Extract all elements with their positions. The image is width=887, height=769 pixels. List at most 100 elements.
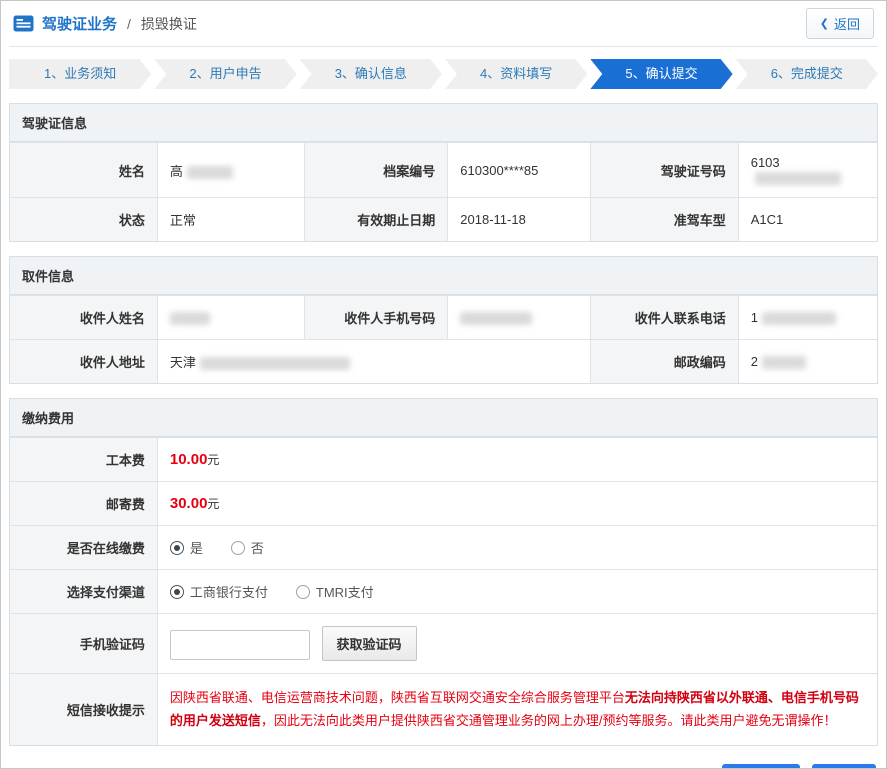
file-no-label: 档案编号 <box>304 141 449 199</box>
masked-value <box>199 357 350 371</box>
recipient-mobile-label: 收件人手机号码 <box>304 295 449 341</box>
masked-value <box>761 312 836 326</box>
recipient-address-label: 收件人地址 <box>10 339 158 384</box>
recipient-phone-label: 收件人联系电话 <box>590 295 739 341</box>
page-container: 驾驶证业务 / 损毁换证 ❮ 返回 1、业务须知 2、用户申告 3、确认信息 4… <box>0 0 887 769</box>
form-icon <box>13 15 34 32</box>
channel-icbc-label: 工商银行支付 <box>189 585 268 601</box>
license-no-label: 驾驶证号码 <box>590 141 739 199</box>
sms-text-part3: ，因此无法向此类用户提供陕西省交通管理业务的网上办理/预约等服务。请此类用户避免… <box>260 713 837 729</box>
back-button[interactable]: ❮ 返回 <box>805 8 874 39</box>
breadcrumb-current: 损毁换证 <box>140 15 197 32</box>
back-chevron-icon: ❮ <box>819 18 829 30</box>
table-row: 工本费 10.00元 <box>10 437 877 483</box>
pay-online-label: 是否在线缴费 <box>10 525 158 571</box>
get-captcha-button[interactable]: 获取验证码 <box>321 626 417 662</box>
zip-code-label: 邮政编码 <box>590 339 739 384</box>
recipient-name-value <box>156 295 306 341</box>
table-row: 邮寄费 30.00元 <box>10 481 877 527</box>
table-row: 收件人姓名 收件人手机号码 收件人联系电话 1 <box>10 295 877 341</box>
table-row: 短信接收提示 因陕西省联通、电信运营商技术问题，陕西省互联网交通安全综合服务管理… <box>10 673 877 745</box>
license-info-table: 姓名 高 档案编号 610300****85 驾驶证号码 6103 状态 正常 … <box>10 141 877 242</box>
postage-value: 30.00元 <box>156 481 877 527</box>
step-nav: 1、业务须知 2、用户申告 3、确认信息 4、资料填写 5、确认提交 6、完成提… <box>9 59 878 89</box>
captcha-label: 手机验证码 <box>10 613 158 675</box>
pay-channel-label: 选择支付渠道 <box>10 569 158 615</box>
table-row: 状态 正常 有效期止日期 2018-11-18 准驾车型 A1C1 <box>10 197 877 242</box>
fee-amount: 10.00 <box>169 451 208 469</box>
status-label: 状态 <box>10 197 158 242</box>
masked-value <box>754 172 841 186</box>
step-6-done[interactable]: 6、完成提交 <box>736 59 878 89</box>
license-no-value: 6103 <box>737 141 877 199</box>
name-label: 姓名 <box>10 141 158 199</box>
payment-section: 缴纳费用 工本费 10.00元 邮寄费 30.00元 是否在线缴费 是 否 选择… <box>9 398 878 746</box>
step-4-fill-form[interactable]: 4、资料填写 <box>445 59 587 89</box>
table-row: 选择支付渠道 工商银行支付 TMRI支付 <box>10 569 877 615</box>
step-3-confirm-info[interactable]: 3、确认信息 <box>300 59 442 89</box>
radio-checked-icon[interactable] <box>169 584 184 599</box>
sms-text-part1: 因陕西省联通、电信运营商技术问题，陕西省互联网交通安全综合服务管理平台 <box>169 690 625 706</box>
radio-unchecked-icon[interactable] <box>295 584 310 599</box>
radio-checked-icon[interactable] <box>169 540 184 555</box>
masked-value <box>460 312 533 326</box>
captcha-input[interactable] <box>169 629 310 660</box>
table-row: 手机验证码 获取验证码 <box>10 613 877 675</box>
recipient-name-label: 收件人姓名 <box>10 295 158 341</box>
breadcrumb-separator: / <box>127 15 131 32</box>
back-button-label: 返回 <box>833 17 860 32</box>
expiry-value: 2018-11-18 <box>447 197 592 242</box>
pickup-section-title: 取件信息 <box>10 257 877 296</box>
zip-code-value: 2 <box>737 339 877 384</box>
prev-step-button[interactable]: 上一步 <box>722 763 800 768</box>
postage-unit: 元 <box>207 497 220 512</box>
breadcrumb: 驾驶证业务 / 损毁换证 <box>13 13 197 34</box>
pay-online-no-option[interactable]: 否 <box>230 538 264 557</box>
channel-tmri-label: TMRI支付 <box>315 585 374 601</box>
pay-online-no-label: 否 <box>250 541 264 557</box>
channel-icbc-option[interactable]: 工商银行支付 <box>169 582 268 601</box>
recipient-phone-value: 1 <box>737 295 877 341</box>
expiry-label: 有效期止日期 <box>304 197 449 242</box>
pay-online-yes-label: 是 <box>189 541 203 557</box>
channel-tmri-option[interactable]: TMRI支付 <box>295 582 374 601</box>
step-2-declare[interactable]: 2、用户申告 <box>154 59 296 89</box>
pay-channel-options: 工商银行支付 TMRI支付 <box>156 569 877 615</box>
postage-label: 邮寄费 <box>10 481 158 527</box>
header: 驾驶证业务 / 损毁换证 ❮ 返回 <box>9 1 878 47</box>
file-no-value: 610300****85 <box>447 141 592 199</box>
radio-unchecked-icon[interactable] <box>230 540 245 555</box>
name-value: 高 <box>156 141 306 199</box>
sms-notice-label: 短信接收提示 <box>10 673 158 745</box>
vehicle-type-value: A1C1 <box>737 197 877 242</box>
license-section-title: 驾驶证信息 <box>10 104 877 142</box>
vehicle-type-label: 准驾车型 <box>590 197 739 242</box>
payment-table: 工本费 10.00元 邮寄费 30.00元 是否在线缴费 是 否 选择支付渠道 … <box>10 437 877 745</box>
pickup-info-section: 取件信息 收件人姓名 收件人手机号码 收件人联系电话 1 收件人地址 天津 邮政… <box>9 256 878 385</box>
fee-value: 10.00元 <box>156 437 877 483</box>
step-5-confirm-submit[interactable]: 5、确认提交 <box>590 59 732 89</box>
pay-online-yes-option[interactable]: 是 <box>169 538 203 557</box>
payment-section-title: 缴纳费用 <box>10 399 877 438</box>
page-title: 驾驶证业务 <box>42 16 118 33</box>
postage-amount: 30.00 <box>169 495 208 513</box>
status-value: 正常 <box>156 197 306 242</box>
fee-unit: 元 <box>207 453 220 468</box>
pay-online-options: 是 否 <box>156 525 877 571</box>
pickup-info-table: 收件人姓名 收件人手机号码 收件人联系电话 1 收件人地址 天津 邮政编码 2 <box>10 295 877 384</box>
recipient-address-value: 天津 <box>156 339 592 384</box>
masked-value <box>169 312 210 326</box>
captcha-row: 获取验证码 <box>156 613 877 675</box>
step-1-notice[interactable]: 1、业务须知 <box>9 59 151 89</box>
finish-button[interactable]: 完成 <box>812 763 876 768</box>
recipient-mobile-value <box>447 295 592 341</box>
sms-notice-text: 因陕西省联通、电信运营商技术问题，陕西省互联网交通安全综合服务管理平台无法向持陕… <box>156 673 877 745</box>
table-row: 姓名 高 档案编号 610300****85 驾驶证号码 6103 <box>10 141 877 199</box>
table-row: 是否在线缴费 是 否 <box>10 525 877 571</box>
masked-value <box>761 356 806 370</box>
license-info-section: 驾驶证信息 姓名 高 档案编号 610300****85 驾驶证号码 6103 … <box>9 103 878 243</box>
fee-label: 工本费 <box>10 437 158 483</box>
table-row: 收件人地址 天津 邮政编码 2 <box>10 339 877 384</box>
masked-value <box>186 165 233 179</box>
footer-actions: 上一步 完成 <box>11 763 876 768</box>
